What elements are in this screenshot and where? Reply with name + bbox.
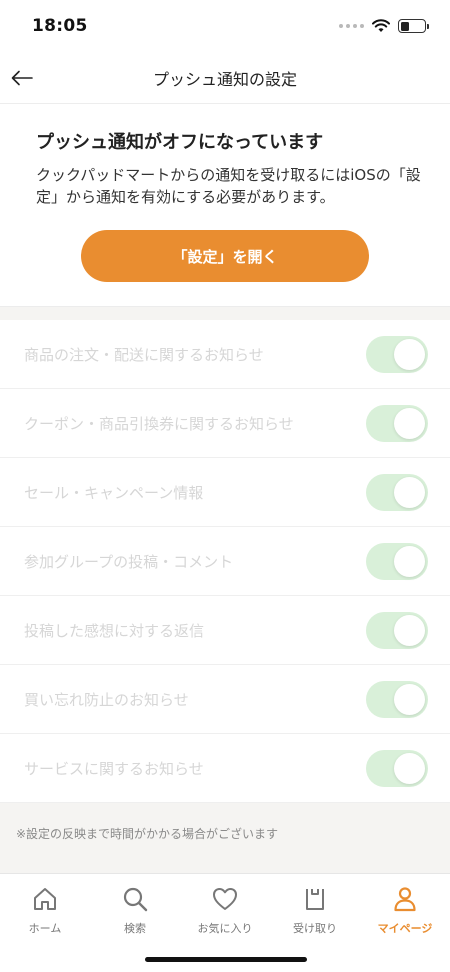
page-title: プッシュ通知の設定 xyxy=(152,69,297,89)
home-indicator xyxy=(145,957,307,962)
cellular-signal-icon xyxy=(339,24,364,28)
setting-row-purchase-reminder: 買い忘れ防止のお知らせ xyxy=(0,665,450,734)
notification-settings-list: 商品の注文・配送に関するお知らせ クーポン・商品引換券に関するお知らせ セール・… xyxy=(0,320,450,803)
tab-label: お気に入り xyxy=(197,922,253,935)
toggle-switch[interactable] xyxy=(366,473,428,511)
tab-favorites[interactable]: お気に入り xyxy=(180,880,270,940)
battery-icon xyxy=(398,19,429,33)
notification-off-alert: プッシュ通知がオフになっています クックパッドマートからの通知を受け取るにはiO… xyxy=(0,104,450,306)
nav-bar: プッシュ通知の設定 xyxy=(0,52,450,104)
heart-icon xyxy=(210,884,240,914)
tab-search[interactable]: 検索 xyxy=(90,880,180,940)
tab-mypage[interactable]: マイページ xyxy=(360,880,450,940)
toggle-switch[interactable] xyxy=(366,680,428,718)
toggle-knob xyxy=(394,476,425,508)
toggle-switch[interactable] xyxy=(366,611,428,649)
status-indicators xyxy=(339,19,429,33)
tab-home[interactable]: ホーム xyxy=(0,880,90,940)
setting-label: 参加グループの投稿・コメント xyxy=(24,552,234,571)
alert-title: プッシュ通知がオフになっています xyxy=(36,132,324,153)
toggle-knob xyxy=(394,752,425,784)
setting-row-review-replies: 投稿した感想に対する返信 xyxy=(0,596,450,665)
status-time: 18:05 xyxy=(32,16,88,36)
tab-pickup[interactable]: 受け取り xyxy=(270,880,360,940)
toggle-knob xyxy=(394,683,425,715)
toggle-switch[interactable] xyxy=(366,404,428,442)
setting-label: クーポン・商品引換券に関するお知らせ xyxy=(24,414,294,433)
toggle-switch[interactable] xyxy=(366,335,428,373)
toggle-switch[interactable] xyxy=(366,749,428,787)
setting-row-order-delivery: 商品の注文・配送に関するお知らせ xyxy=(0,320,450,389)
setting-label: 投稿した感想に対する返信 xyxy=(24,621,205,640)
toggle-switch[interactable] xyxy=(366,542,428,580)
toggle-knob xyxy=(394,338,425,370)
bag-icon xyxy=(300,884,330,914)
footer-note: ※設定の反映まで時間がかかる場合がございます xyxy=(16,827,279,841)
toggle-knob xyxy=(394,407,425,439)
setting-row-group-posts: 参加グループの投稿・コメント xyxy=(0,527,450,596)
status-bar: 18:05 xyxy=(0,0,450,52)
setting-label: 商品の注文・配送に関するお知らせ xyxy=(24,345,264,364)
setting-row-sale-campaign: セール・キャンペーン情報 xyxy=(0,458,450,527)
search-icon xyxy=(120,884,150,914)
person-icon xyxy=(390,884,420,914)
back-button[interactable] xyxy=(8,64,36,92)
setting-row-coupon: クーポン・商品引換券に関するお知らせ xyxy=(0,389,450,458)
tab-label: 検索 xyxy=(124,922,146,935)
alert-body: クックパッドマートからの通知を受け取るにはiOSの「設定」から通知を有効にする必… xyxy=(36,166,421,206)
setting-label: サービスに関するお知らせ xyxy=(24,759,204,778)
setting-label: セール・キャンペーン情報 xyxy=(24,483,204,502)
toggle-knob xyxy=(394,545,425,577)
wifi-icon xyxy=(372,19,390,33)
section-divider xyxy=(0,306,450,320)
tab-label: 受け取り xyxy=(293,922,337,935)
back-arrow-icon xyxy=(11,70,33,86)
tab-label: マイページ xyxy=(377,922,433,935)
setting-row-service: サービスに関するお知らせ xyxy=(0,734,450,803)
home-icon xyxy=(30,884,60,914)
setting-label: 買い忘れ防止のお知らせ xyxy=(24,690,189,709)
open-settings-button[interactable]: 「設定」を開く xyxy=(81,230,369,282)
footer-note-area: ※設定の反映まで時間がかかる場合がございます xyxy=(0,803,450,873)
toggle-knob xyxy=(394,614,425,646)
tab-label: ホーム xyxy=(28,922,62,935)
